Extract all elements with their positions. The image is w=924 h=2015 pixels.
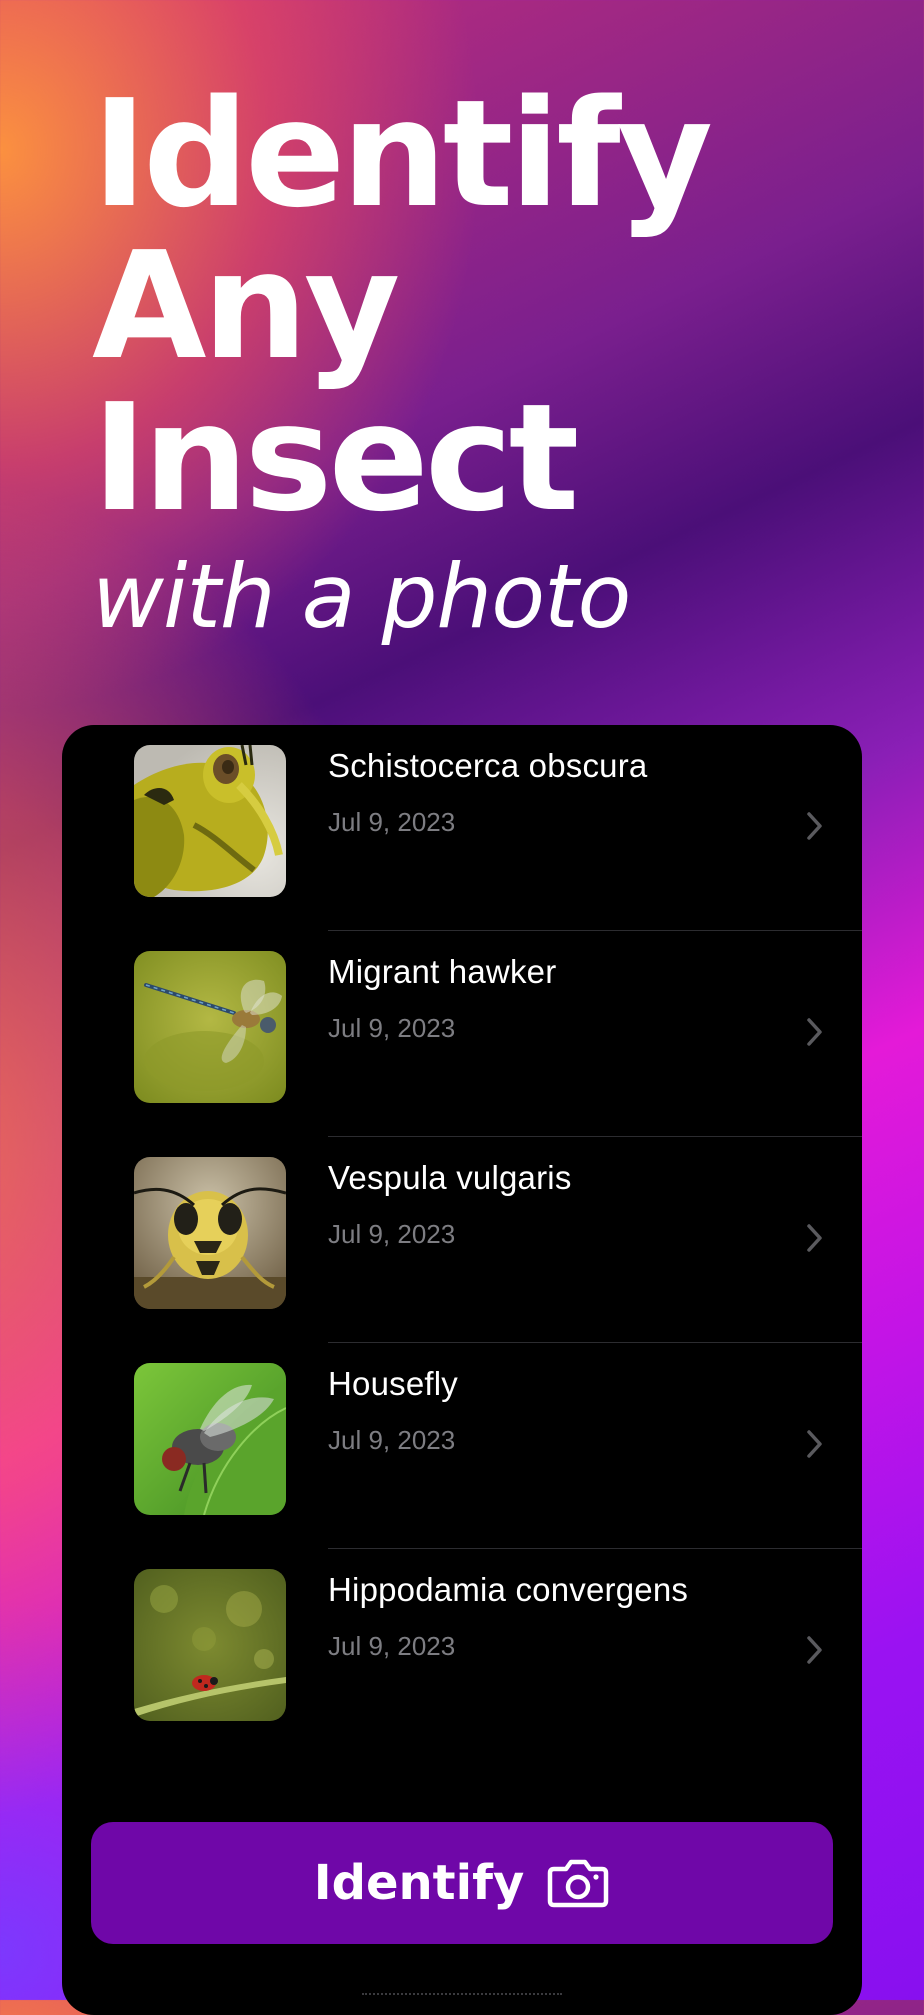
insect-name: Housefly bbox=[328, 1365, 458, 1402]
history-list-item[interactable]: Housefly Jul 9, 2023 bbox=[62, 1343, 862, 1549]
chevron-right-icon bbox=[807, 812, 822, 840]
identification-date: Jul 9, 2023 bbox=[328, 1219, 456, 1249]
hero-title-line-3: Insect bbox=[92, 372, 579, 544]
insect-thumbnail-wasp bbox=[134, 1157, 286, 1309]
chevron-right-icon bbox=[807, 1430, 822, 1458]
insect-thumbnail-housefly bbox=[134, 1363, 286, 1515]
identification-date: Jul 9, 2023 bbox=[328, 1425, 456, 1455]
insect-name: Migrant hawker bbox=[328, 953, 557, 990]
insect-thumbnail-ladybug bbox=[134, 1569, 286, 1721]
history-list-item[interactable]: Hippodamia convergens Jul 9, 2023 bbox=[62, 1549, 862, 1755]
chevron-right-icon bbox=[807, 1018, 822, 1046]
identification-date: Jul 9, 2023 bbox=[328, 1631, 456, 1661]
hero-title-line-1: Identify bbox=[92, 68, 713, 240]
history-list-item[interactable]: Migrant hawker Jul 9, 2023 bbox=[62, 931, 862, 1137]
chevron-right-icon bbox=[807, 1224, 822, 1252]
history-list-item[interactable]: Vespula vulgaris Jul 9, 2023 bbox=[62, 1137, 862, 1343]
history-list-item[interactable]: Schistocerca obscura Jul 9, 2023 bbox=[62, 725, 862, 931]
identify-button-label: Identify bbox=[313, 1855, 525, 1911]
insect-thumbnail-dragonfly bbox=[134, 951, 286, 1103]
identification-date: Jul 9, 2023 bbox=[328, 807, 456, 837]
insect-thumbnail-grasshopper bbox=[134, 745, 286, 897]
identify-button[interactable]: Identify bbox=[91, 1822, 833, 1944]
insect-name: Schistocerca obscura bbox=[328, 747, 648, 784]
identification-date: Jul 9, 2023 bbox=[328, 1013, 456, 1043]
camera-icon bbox=[548, 1859, 609, 1908]
hero-subtitle: with a photo bbox=[92, 545, 631, 648]
hero-headline: Identify Any Insect with a photo bbox=[92, 68, 713, 652]
phone-preview-card: Schistocerca obscura Jul 9, 2023 Migrant… bbox=[62, 725, 862, 2015]
chevron-right-icon bbox=[807, 1636, 822, 1664]
hero-title-line-2: Any bbox=[92, 220, 400, 392]
insect-name: Hippodamia convergens bbox=[328, 1571, 689, 1608]
insect-name: Vespula vulgaris bbox=[328, 1159, 572, 1196]
